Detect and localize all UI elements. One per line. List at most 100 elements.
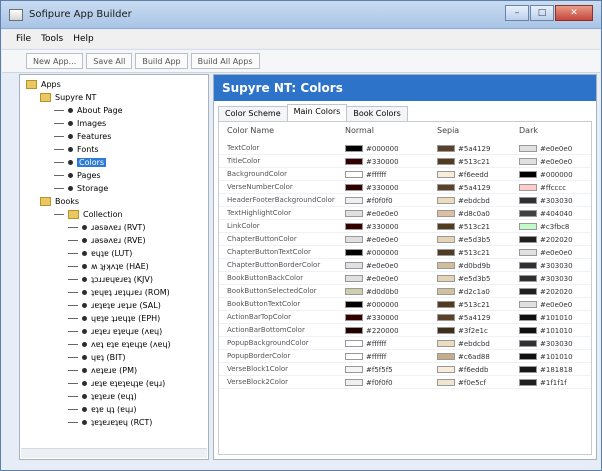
color-swatch[interactable]	[519, 379, 537, 386]
save-all-button[interactable]: Save All	[86, 53, 133, 69]
color-cell-dark[interactable]: #303030	[519, 274, 573, 283]
tree-item[interactable]: ɐʇɐ ɥʇ (ɐɥɹ)	[68, 404, 136, 415]
color-swatch[interactable]	[437, 158, 455, 165]
tree-item[interactable]: Fonts	[54, 144, 99, 155]
color-cell-normal[interactable]: #000000	[345, 144, 399, 153]
tab-color-scheme[interactable]: Color Scheme	[218, 106, 288, 121]
color-cell-normal[interactable]: #330000	[345, 157, 399, 166]
tree-item[interactable]: ɹǝsǝʌɐɹ (RVT)	[68, 222, 145, 233]
color-swatch[interactable]	[345, 275, 363, 282]
color-cell-dark[interactable]: #e0e0e0	[519, 300, 572, 309]
menu-file[interactable]: File	[16, 34, 31, 44]
color-cell-dark[interactable]: #303030	[519, 196, 573, 205]
color-swatch[interactable]	[345, 145, 363, 152]
color-swatch[interactable]	[437, 288, 455, 295]
tree-item[interactable]: ʇɐʇɐɹɐ (ɐɥʇ)	[68, 391, 137, 402]
build-app-button[interactable]: Build App	[135, 53, 188, 69]
color-cell-sepia[interactable]: #513c21	[437, 300, 490, 309]
color-swatch[interactable]	[437, 366, 455, 373]
color-cell-sepia[interactable]: #f0e5cf	[437, 378, 486, 387]
color-swatch[interactable]	[519, 301, 537, 308]
color-swatch[interactable]	[519, 223, 537, 230]
color-swatch[interactable]	[345, 366, 363, 373]
color-swatch[interactable]	[345, 301, 363, 308]
tree-item[interactable]: ɹɐʇɐ ɐʇɐʇɐɥʇɐ (ɐɥɹ)	[68, 378, 165, 389]
menu-tools[interactable]: Tools	[41, 34, 63, 44]
color-cell-dark[interactable]: #202020	[519, 287, 573, 296]
color-swatch[interactable]	[345, 327, 363, 334]
color-cell-normal[interactable]: #ffffff	[345, 170, 386, 179]
color-swatch[interactable]	[437, 249, 455, 256]
tree-item[interactable]: Collection	[54, 209, 123, 220]
color-swatch[interactable]	[519, 197, 537, 204]
color-swatch[interactable]	[437, 236, 455, 243]
color-cell-dark[interactable]: #101010	[519, 313, 573, 322]
color-cell-normal[interactable]: #ffffff	[345, 352, 386, 361]
color-swatch[interactable]	[519, 210, 537, 217]
new-app-button[interactable]: New App...	[26, 53, 84, 69]
color-swatch[interactable]	[345, 379, 363, 386]
color-cell-dark[interactable]: #1f1f1f	[519, 378, 567, 387]
color-cell-sepia[interactable]: #d2c1a0	[437, 287, 490, 296]
color-swatch[interactable]	[345, 236, 363, 243]
color-cell-sepia[interactable]: #5a4129	[437, 183, 490, 192]
tree-item[interactable]: Supyre NT	[40, 92, 96, 103]
tab-main-colors[interactable]: Main Colors	[286, 104, 348, 121]
color-cell-sepia[interactable]: #d0bd9b	[437, 261, 491, 270]
tree-item[interactable]: ɐɥʇɐ (LUT)	[68, 248, 132, 259]
color-swatch[interactable]	[345, 197, 363, 204]
tree-item[interactable]: ɥɐʇɐ ʇɹɐɥʇɐ (EPH)	[68, 313, 160, 324]
color-swatch[interactable]	[519, 262, 537, 269]
color-cell-sepia[interactable]: #c6ad88	[437, 352, 490, 361]
color-swatch[interactable]	[437, 262, 455, 269]
color-swatch[interactable]	[519, 145, 537, 152]
color-swatch[interactable]	[519, 275, 537, 282]
color-cell-sepia[interactable]: #f6eedd	[437, 170, 488, 179]
color-cell-sepia[interactable]: #e5d3b5	[437, 235, 490, 244]
color-cell-dark[interactable]: #101010	[519, 352, 573, 361]
tree-item[interactable]: Colors	[54, 157, 107, 168]
color-cell-dark[interactable]: #303030	[519, 339, 573, 348]
color-cell-dark[interactable]: #202020	[519, 235, 573, 244]
color-swatch[interactable]	[437, 223, 455, 230]
color-cell-normal[interactable]: #f0f0f0	[345, 196, 393, 205]
build-all-apps-button[interactable]: Build All Apps	[190, 53, 260, 69]
close-button[interactable]: ✕	[555, 5, 593, 21]
color-cell-normal[interactable]: #330000	[345, 183, 399, 192]
tree-item[interactable]: ɹǝsǝʌɐɹ (RVE)	[68, 235, 146, 246]
color-swatch[interactable]	[345, 223, 363, 230]
color-cell-dark[interactable]: #e0e0e0	[519, 144, 572, 153]
color-swatch[interactable]	[437, 301, 455, 308]
color-cell-sepia[interactable]: #e5d3b5	[437, 274, 490, 283]
color-cell-normal[interactable]: #f5f5f5	[345, 365, 393, 374]
color-cell-normal[interactable]: #330000	[345, 222, 399, 231]
color-swatch[interactable]	[519, 288, 537, 295]
tree-item[interactable]: ʇɐʇɐɹɐʇɐɥ (RCT)	[68, 417, 152, 428]
color-cell-dark[interactable]: #101010	[519, 326, 573, 335]
color-swatch[interactable]	[345, 353, 363, 360]
color-swatch[interactable]	[519, 340, 537, 347]
tree-item[interactable]: ɹɐʇɐʇɐ ɹɐʇɹɐ (SAL)	[68, 300, 161, 311]
color-swatch[interactable]	[519, 236, 537, 243]
tree-item[interactable]: ʍ ʇɟʞʌʇɐ (HAE)	[68, 261, 149, 272]
color-cell-normal[interactable]: #d0d0b0	[345, 287, 399, 296]
color-swatch[interactable]	[437, 145, 455, 152]
color-cell-dark[interactable]: #000000	[519, 170, 573, 179]
color-cell-normal[interactable]: #000000	[345, 300, 399, 309]
color-swatch[interactable]	[345, 340, 363, 347]
color-swatch[interactable]	[345, 314, 363, 321]
tree-item[interactable]: ʌɐʇɐɹɐ (PM)	[68, 365, 137, 376]
color-swatch[interactable]	[345, 262, 363, 269]
tree-item[interactable]: Storage	[54, 183, 108, 194]
color-swatch[interactable]	[345, 210, 363, 217]
color-cell-dark[interactable]: #ffcccc	[519, 183, 566, 192]
color-cell-sepia[interactable]: #3f2e1c	[437, 326, 488, 335]
tree-item[interactable]: ʇɐɥɐʇ ɹɐʇɥɹɐɹ (ROM)	[68, 287, 170, 298]
menu-help[interactable]: Help	[73, 34, 94, 44]
color-cell-normal[interactable]: #e0e0e0	[345, 235, 398, 244]
color-swatch[interactable]	[519, 158, 537, 165]
color-swatch[interactable]	[519, 327, 537, 334]
tree-item[interactable]: ɹɐʇɐɹ ɐʇɐɥɹɐ (ʌɐɥ)	[68, 326, 162, 337]
color-cell-normal[interactable]: #e0e0e0	[345, 274, 398, 283]
tree-item[interactable]: ʌɐʇ ɐʇɐ ɐʇɐɥʇɐ (ʌɐɥ)	[68, 339, 171, 350]
